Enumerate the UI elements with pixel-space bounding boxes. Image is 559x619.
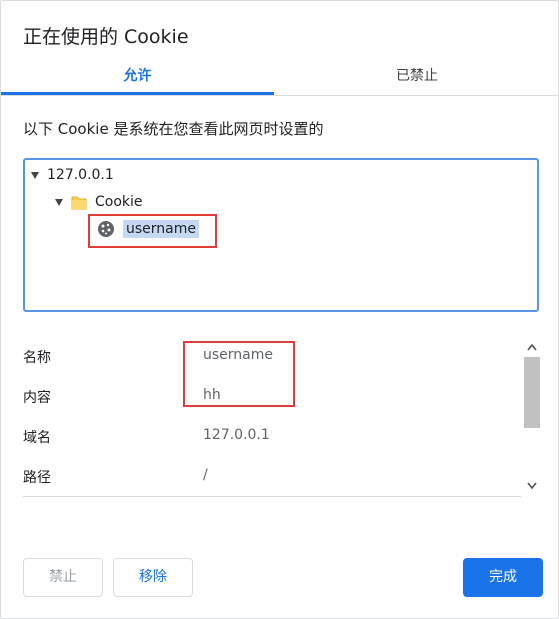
folder-label: Cookie	[95, 194, 143, 210]
domain-value: 127.0.0.1	[203, 427, 270, 443]
cookie-tree[interactable]: 127.0.0.1 Cookie username	[23, 158, 539, 312]
cookies-dialog: 正在使用的 Cookie 允许 已禁止 以下 Cookie 是系统在您查看此网页…	[0, 0, 559, 619]
content-label: 内容	[23, 390, 51, 406]
content-value: hh	[203, 387, 221, 403]
expand-triangle-icon[interactable]	[55, 198, 63, 206]
tabs-divider	[1, 95, 558, 96]
tab-bar: 允许 已禁止	[1, 61, 558, 95]
done-button[interactable]: 完成	[463, 558, 543, 597]
path-value: /	[203, 467, 208, 483]
chevron-up-icon	[527, 343, 537, 351]
scroll-thumb	[524, 357, 540, 428]
cookie-label: username	[123, 220, 199, 238]
remove-button[interactable]: 移除	[113, 558, 193, 597]
details-divider	[23, 496, 521, 497]
path-label: 路径	[23, 470, 51, 486]
folder-icon	[71, 196, 87, 209]
scrollbar-graphic	[524, 343, 540, 490]
site-label: 127.0.0.1	[47, 167, 114, 183]
chevron-down-icon	[527, 482, 537, 490]
details-scrollbar[interactable]	[522, 335, 542, 497]
block-button[interactable]: 禁止	[23, 558, 103, 597]
cookies-description: 以下 Cookie 是系统在您查看此网页时设置的	[23, 120, 324, 138]
tree-item-cookie[interactable]: username	[97, 220, 199, 238]
cookie-details: 名称 username 内容 hh 域名 127.0.0.1 路径 /	[1, 335, 520, 497]
tab-blocked[interactable]: 已禁止	[276, 61, 558, 93]
domain-label: 域名	[23, 430, 51, 446]
tree-item-folder[interactable]: Cookie	[55, 194, 143, 210]
expand-triangle-icon[interactable]	[31, 171, 39, 179]
name-value: username	[203, 347, 273, 363]
name-label: 名称	[23, 350, 51, 366]
tab-allowed[interactable]: 允许	[1, 61, 274, 93]
tree-item-site[interactable]: 127.0.0.1	[31, 167, 114, 183]
cookie-icon	[98, 221, 114, 237]
dialog-title: 正在使用的 Cookie	[23, 26, 189, 48]
